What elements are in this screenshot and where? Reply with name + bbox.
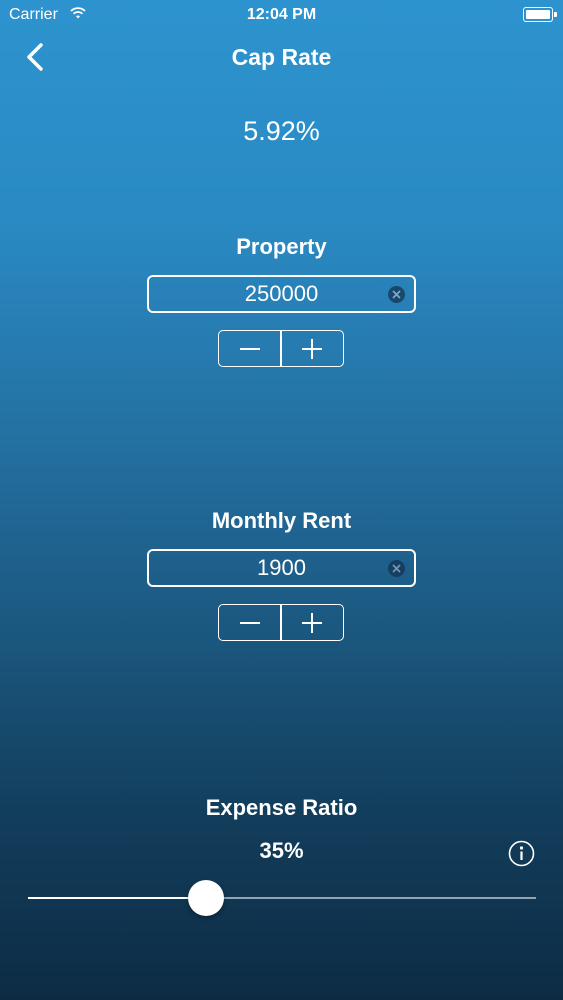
status-time: 12:04 PM bbox=[246, 6, 317, 23]
page-title: Cap Rate bbox=[231, 44, 332, 70]
clear-icon[interactable] bbox=[388, 286, 405, 303]
monthly-rent-decrement-button[interactable] bbox=[219, 605, 280, 640]
monthly-rent-input[interactable] bbox=[179, 554, 384, 582]
slider-track-filled bbox=[28, 897, 206, 899]
monthly-rent-increment-button[interactable] bbox=[282, 605, 343, 640]
cap-rate-result: 5.92% bbox=[243, 116, 320, 146]
slider-thumb[interactable] bbox=[188, 880, 224, 916]
property-input[interactable] bbox=[179, 280, 384, 308]
clear-icon[interactable] bbox=[388, 560, 405, 577]
expense-ratio-slider[interactable] bbox=[28, 880, 536, 916]
monthly-rent-field[interactable] bbox=[147, 549, 416, 587]
monthly-rent-label: Monthly Rent bbox=[211, 508, 352, 533]
plus-icon bbox=[302, 338, 323, 359]
property-field[interactable] bbox=[147, 275, 416, 313]
property-increment-button[interactable] bbox=[282, 331, 343, 366]
monthly-rent-stepper[interactable] bbox=[218, 604, 344, 641]
expense-ratio-label: Expense Ratio bbox=[205, 795, 358, 820]
status-bar: Carrier 12:04 PM bbox=[0, 0, 563, 30]
plus-icon bbox=[302, 612, 323, 633]
info-icon[interactable] bbox=[508, 840, 535, 867]
property-decrement-button[interactable] bbox=[219, 331, 280, 366]
minus-icon bbox=[239, 347, 260, 350]
minus-icon bbox=[239, 621, 260, 624]
property-stepper[interactable] bbox=[218, 330, 344, 367]
property-label: Property bbox=[236, 234, 327, 259]
battery-icon bbox=[523, 7, 557, 22]
expense-ratio-value: 35% bbox=[259, 838, 304, 863]
